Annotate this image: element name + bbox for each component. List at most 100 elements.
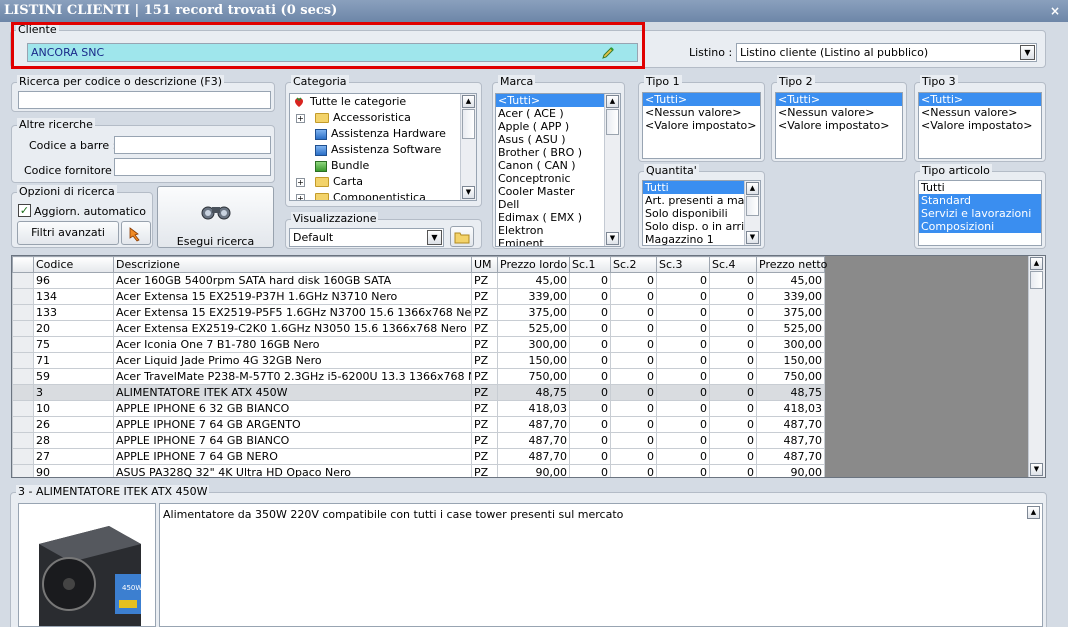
- brand-item[interactable]: Acer ( ACE ): [496, 107, 620, 120]
- quantity-item[interactable]: Solo disp. o in arrivo: [643, 220, 744, 233]
- tree-root[interactable]: Tutte le categorie: [290, 94, 476, 110]
- auto-update-checkbox[interactable]: ✓: [18, 204, 31, 217]
- article-type-item[interactable]: Tutti: [919, 181, 1041, 194]
- hand-pointer-button[interactable]: [121, 221, 151, 245]
- chevron-down-icon[interactable]: ▼: [1020, 45, 1035, 60]
- table-row[interactable]: 10 APPLE IPHONE 6 32 GB BIANCO PZ 418,03 0 0 0…: [12, 400, 825, 417]
- tipo3-item[interactable]: <Nessun valore>: [919, 106, 1041, 119]
- supplier-code-input[interactable]: [114, 158, 271, 176]
- row-indicator[interactable]: [12, 320, 34, 337]
- expand-icon[interactable]: +: [296, 177, 305, 187]
- table-row[interactable]: 20 Acer Extensa EX2519-C2K0 1.6GHz N3050 …: [12, 320, 825, 337]
- brand-item[interactable]: Edimax ( EMX ): [496, 211, 620, 224]
- row-indicator[interactable]: [12, 464, 34, 477]
- tree-node[interactable]: + Componentistica: [290, 190, 476, 200]
- brand-item[interactable]: Dell: [496, 198, 620, 211]
- scroll-thumb[interactable]: [462, 109, 475, 139]
- brand-item[interactable]: Brother ( BRO ): [496, 146, 620, 159]
- scroll-thumb[interactable]: [1030, 271, 1043, 289]
- quantity-item[interactable]: Tutti: [643, 181, 744, 194]
- search-input[interactable]: [18, 91, 271, 109]
- price-grid[interactable]: Codice Descrizione UM Prezzo lordo Sc.1 Sc.2 S…: [11, 255, 1046, 478]
- scroll-down-icon[interactable]: ▼: [462, 186, 475, 199]
- column-header[interactable]: Prezzo lordo: [497, 256, 570, 273]
- brand-item[interactable]: <Tutti>: [496, 94, 620, 107]
- quantity-item[interactable]: Solo disponibili: [643, 207, 744, 220]
- table-row[interactable]: 90 ASUS PA328Q 32" 4K Ultra HD Opaco Nero…: [12, 464, 825, 477]
- brand-item[interactable]: Apple ( APP ): [496, 120, 620, 133]
- tree-node[interactable]: + Accessoristica: [290, 110, 476, 126]
- tipo1-item[interactable]: <Nessun valore>: [643, 106, 760, 119]
- tipo1-list[interactable]: <Tutti> <Nessun valore> <Valore impostato>: [642, 92, 761, 159]
- category-tree[interactable]: Tutte le categorie + Accessoristica Assist…: [289, 93, 477, 201]
- quantity-scrollbar[interactable]: ▲ ▼: [744, 181, 760, 245]
- table-row[interactable]: 75 Acer Iconia One 7 B1-780 16GB Nero PZ 30…: [12, 336, 825, 353]
- brand-item[interactable]: Canon ( CAN ): [496, 159, 620, 172]
- table-row[interactable]: 134 Acer Extensa 15 EX2519-P37H 1.6GHz N3…: [12, 288, 825, 305]
- scroll-down-icon[interactable]: ▼: [606, 232, 619, 245]
- scroll-thumb[interactable]: [606, 109, 619, 135]
- article-type-list[interactable]: Tutti Standard Servizi e lavorazioni Compos…: [918, 180, 1042, 246]
- scroll-up-icon[interactable]: ▲: [606, 95, 619, 108]
- row-indicator[interactable]: [12, 336, 34, 353]
- tipo3-item[interactable]: <Valore impostato>: [919, 119, 1041, 132]
- row-indicator[interactable]: [12, 448, 34, 465]
- tipo1-item[interactable]: <Tutti>: [643, 93, 760, 106]
- article-type-item[interactable]: Standard: [919, 194, 1041, 207]
- tree-node[interactable]: Bundle: [290, 158, 476, 174]
- brand-item[interactable]: Elektron: [496, 224, 620, 237]
- scroll-down-icon[interactable]: ▼: [1030, 463, 1043, 476]
- open-folder-button[interactable]: [450, 226, 474, 247]
- column-header[interactable]: Prezzo netto: [756, 256, 827, 273]
- filtri-avanzati-button[interactable]: Filtri avanzati: [17, 221, 119, 245]
- brand-list[interactable]: <Tutti> Acer ( ACE ) Apple ( APP ) Asus ( A…: [495, 93, 621, 247]
- row-indicator[interactable]: [12, 288, 34, 305]
- scroll-up-icon[interactable]: ▲: [746, 182, 759, 195]
- scroll-thumb[interactable]: [746, 196, 759, 216]
- column-header[interactable]: Codice: [33, 256, 114, 273]
- row-indicator[interactable]: [12, 304, 34, 321]
- quantity-item[interactable]: Art. presenti a magazzino: [643, 194, 744, 207]
- row-indicator[interactable]: [12, 384, 34, 401]
- listino-select[interactable]: Listino cliente (Listino al pubblico) ▼: [736, 43, 1037, 62]
- table-row[interactable]: 71 Acer Liquid Jade Primo 4G 32GB Nero PZ 1…: [12, 352, 825, 369]
- category-scrollbar[interactable]: ▲ ▼: [460, 94, 476, 200]
- tree-node[interactable]: + Carta: [290, 174, 476, 190]
- close-icon[interactable]: ×: [1048, 4, 1062, 18]
- view-select[interactable]: Default ▼: [289, 228, 444, 247]
- row-indicator[interactable]: [12, 352, 34, 369]
- brand-item[interactable]: Asus ( ASU ): [496, 133, 620, 146]
- tipo2-list[interactable]: <Tutti> <Nessun valore> <Valore impostato>: [775, 92, 903, 159]
- quantity-item[interactable]: Magazzino 1: [643, 233, 744, 245]
- table-row[interactable]: 3 ALIMENTATORE ITEK ATX 450W PZ 48,75 0 0 0 0 48…: [12, 384, 825, 401]
- tipo3-item[interactable]: <Tutti>: [919, 93, 1041, 106]
- brand-item[interactable]: Cooler Master: [496, 185, 620, 198]
- column-header[interactable]: Sc.4: [709, 256, 757, 273]
- grid-scrollbar[interactable]: ▲ ▼: [1028, 256, 1045, 477]
- table-row[interactable]: 133 Acer Extensa 15 EX2519-P5F5 1.6GHz N3…: [12, 304, 825, 321]
- article-type-item[interactable]: Servizi e lavorazioni: [919, 207, 1041, 220]
- row-indicator[interactable]: [12, 432, 34, 449]
- tree-node[interactable]: Assistenza Hardware: [290, 126, 476, 142]
- barcode-input[interactable]: [114, 136, 271, 154]
- table-row[interactable]: 28 APPLE IPHONE 7 64 GB BIANCO PZ 487,70 0 0 0…: [12, 432, 825, 449]
- description-scrollbar[interactable]: ▲: [1026, 504, 1042, 626]
- article-type-item[interactable]: Composizioni: [919, 220, 1041, 233]
- description-area[interactable]: Alimentatore da 350W 220V compatibile co…: [159, 503, 1043, 627]
- row-indicator[interactable]: [12, 400, 34, 417]
- column-header[interactable]: Sc.2: [610, 256, 657, 273]
- row-indicator[interactable]: [12, 272, 34, 289]
- row-indicator[interactable]: [12, 416, 34, 433]
- tipo1-item[interactable]: <Valore impostato>: [643, 119, 760, 132]
- column-header[interactable]: UM: [471, 256, 498, 273]
- scroll-up-icon[interactable]: ▲: [1027, 506, 1040, 519]
- chevron-down-icon[interactable]: ▼: [427, 230, 442, 245]
- scroll-up-icon[interactable]: ▲: [1030, 257, 1043, 270]
- scroll-up-icon[interactable]: ▲: [462, 95, 475, 108]
- esegui-ricerca-button[interactable]: Esegui ricerca: [157, 186, 274, 248]
- column-header[interactable]: Sc.3: [656, 256, 710, 273]
- table-row[interactable]: 59 Acer TravelMate P238-M-57T0 2.3GHz i5-…: [12, 368, 825, 385]
- table-row[interactable]: 96 Acer 160GB 5400rpm SATA hard disk 160G…: [12, 272, 825, 289]
- tree-node[interactable]: Assistenza Software: [290, 142, 476, 158]
- row-indicator[interactable]: [12, 368, 34, 385]
